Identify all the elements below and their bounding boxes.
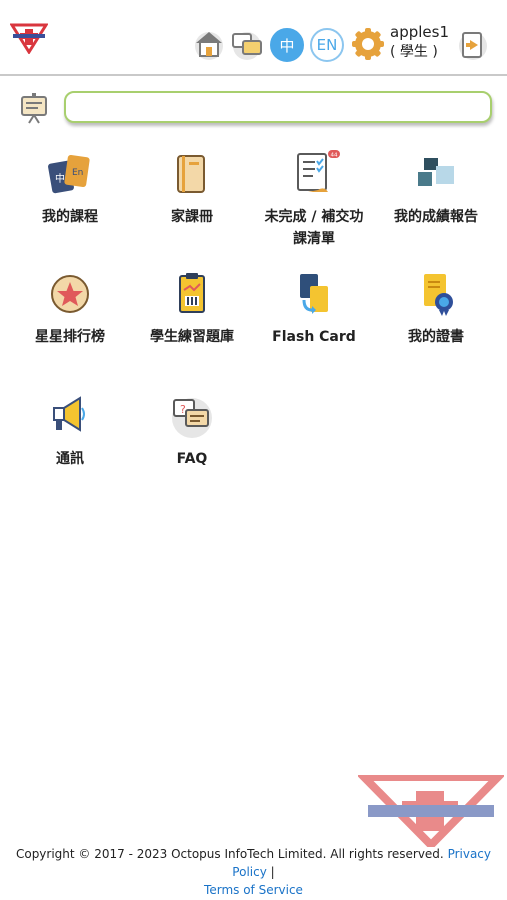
- lang-en-button[interactable]: EN: [310, 28, 344, 62]
- home-icon[interactable]: [192, 27, 226, 61]
- user-role: ( 學生 ): [390, 44, 438, 60]
- flash-card-icon: [288, 270, 340, 322]
- search-row: [0, 86, 507, 130]
- menu-label: 學生練習題庫: [150, 329, 234, 345]
- checklist-icon: 44: [288, 150, 340, 202]
- menu-label: 星星排行榜: [35, 329, 105, 345]
- menu-label: 我的證書: [408, 329, 464, 345]
- menu-my-courses[interactable]: 中 En 我的課程: [10, 150, 130, 228]
- menu-homework-book[interactable]: 家課冊: [132, 150, 252, 228]
- svg-text:中: 中: [55, 172, 65, 185]
- presentation-board-icon[interactable]: [20, 92, 48, 124]
- menu-label: 家課冊: [171, 209, 213, 225]
- footer-separator: |: [270, 865, 275, 879]
- logout-icon[interactable]: [456, 27, 490, 61]
- menu-incomplete-homework[interactable]: 44 未完成 / 補交功 課清單: [254, 150, 374, 250]
- menu-label: Flash Card: [272, 329, 356, 345]
- lang-zh-button[interactable]: 中: [270, 28, 304, 62]
- menu-my-certificate[interactable]: 我的證書: [376, 270, 496, 348]
- chat-icon[interactable]: [230, 27, 264, 61]
- question-bank-icon: [166, 270, 218, 322]
- user-info: apples1 ( 學生 ): [390, 22, 449, 62]
- menu-faq[interactable]: ? FAQ: [132, 392, 252, 470]
- menu-label: 通訊: [56, 451, 84, 467]
- logo-icon[interactable]: [10, 22, 48, 54]
- search-input[interactable]: [64, 91, 492, 123]
- menu-question-bank[interactable]: 學生練習題庫: [132, 270, 252, 348]
- menu-communication[interactable]: 通訊: [10, 392, 130, 470]
- settings-gear-icon[interactable]: [351, 27, 385, 61]
- star-icon: [44, 270, 96, 322]
- copyright-text: Copyright © 2017 - 2023 Octopus InfoTech…: [15, 847, 444, 861]
- ymca-watermark-logo: [358, 775, 504, 847]
- megaphone-icon: [44, 392, 96, 444]
- top-header: 中 EN apples1 ( 學生 ): [0, 0, 507, 76]
- username: apples1: [390, 23, 449, 41]
- menu-label: 我的課程: [42, 209, 98, 225]
- menu-label: 未完成 / 補交功 課清單: [264, 209, 364, 247]
- menu-flash-card[interactable]: Flash Card: [254, 270, 374, 348]
- menu-label: FAQ: [176, 451, 208, 467]
- books-icon: 中 En: [44, 150, 96, 202]
- menu-star-ranking[interactable]: 星星排行榜: [10, 270, 130, 348]
- menu-my-report[interactable]: 我的成績報告: [376, 150, 496, 228]
- svg-text:En: En: [72, 168, 83, 178]
- report-blocks-icon: [410, 150, 462, 202]
- menu-label: 我的成績報告: [394, 209, 478, 225]
- footer: Copyright © 2017 - 2023 Octopus InfoTech…: [0, 845, 507, 899]
- svg-text:44: 44: [331, 153, 338, 159]
- notebook-icon: [166, 150, 218, 202]
- certificate-icon: [410, 270, 462, 322]
- faq-chat-icon: ?: [166, 392, 218, 444]
- terms-of-service-link[interactable]: Terms of Service: [204, 883, 303, 897]
